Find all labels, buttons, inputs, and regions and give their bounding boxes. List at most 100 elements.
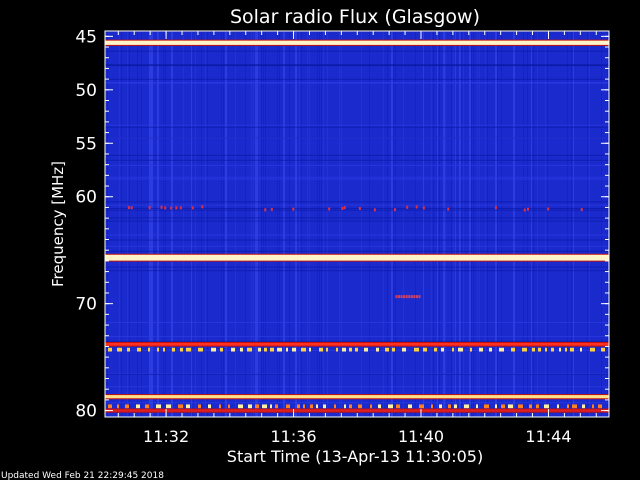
dash-segment bbox=[559, 347, 561, 352]
dash-segment bbox=[448, 404, 451, 409]
heatmap-feature-0 bbox=[105, 39, 609, 46]
heatmap-streak bbox=[301, 31, 302, 417]
heatmap-speckle bbox=[179, 206, 182, 210]
dash-segment bbox=[108, 404, 112, 409]
heatmap-channel bbox=[105, 220, 609, 222]
heatmap-streak bbox=[259, 31, 260, 417]
dash-segment bbox=[186, 404, 190, 409]
dash-segment bbox=[198, 347, 203, 352]
dash-segment bbox=[208, 404, 211, 409]
dash-segment bbox=[180, 347, 183, 352]
dash-segment bbox=[529, 404, 532, 409]
plot-area bbox=[105, 31, 609, 417]
heatmap-speckle bbox=[547, 207, 550, 211]
dash-segment bbox=[178, 404, 183, 409]
dash-segment bbox=[319, 347, 323, 352]
dash-segment bbox=[508, 404, 513, 409]
heatmap-streak bbox=[443, 31, 445, 417]
heatmap-streak bbox=[201, 31, 202, 417]
heatmap-streak bbox=[607, 31, 608, 417]
heatmap-feature-6 bbox=[105, 408, 609, 413]
dash-segment bbox=[396, 404, 400, 409]
heatmap-speckle bbox=[373, 208, 376, 212]
dash-segment bbox=[136, 404, 140, 409]
heatmap-speckle bbox=[415, 295, 418, 299]
heatmap-streak bbox=[459, 31, 461, 417]
heatmap-speckle bbox=[406, 205, 409, 209]
dash-segment bbox=[458, 347, 463, 352]
dash-segment bbox=[580, 347, 582, 352]
heatmap-streak bbox=[295, 31, 297, 417]
dash-segment bbox=[441, 347, 444, 352]
heatmap-streak bbox=[149, 31, 151, 417]
heatmap-streak bbox=[589, 31, 590, 417]
heatmap-streak bbox=[341, 31, 342, 417]
heatmap-streak bbox=[171, 31, 173, 417]
heatmap-streak bbox=[361, 31, 362, 417]
heatmap-streak bbox=[257, 31, 258, 417]
dash-segment bbox=[292, 347, 296, 352]
dash-segment bbox=[297, 404, 300, 409]
heatmap-streak bbox=[451, 31, 452, 417]
heatmap-streak bbox=[453, 31, 454, 417]
dash-segment bbox=[538, 347, 541, 352]
heatmap-streak bbox=[415, 31, 416, 417]
heatmap-channel bbox=[105, 204, 609, 206]
heatmap-streak bbox=[601, 31, 602, 417]
heatmap-streak bbox=[495, 31, 497, 417]
dash-segment bbox=[452, 347, 454, 352]
dash-segment bbox=[532, 347, 535, 352]
heatmap-speckle bbox=[393, 208, 396, 212]
dash-segment bbox=[439, 404, 442, 409]
band-core bbox=[105, 395, 609, 399]
dash-segment bbox=[270, 404, 272, 409]
heatmap-streak bbox=[485, 31, 486, 417]
dash-segment bbox=[220, 347, 223, 352]
heatmap-streak bbox=[439, 31, 440, 417]
heatmap-streak bbox=[393, 31, 394, 417]
heatmap-channel bbox=[105, 336, 609, 338]
heatmap-speckle bbox=[148, 206, 151, 210]
heatmap-channel bbox=[105, 250, 609, 252]
band-core bbox=[105, 254, 609, 261]
heatmap-speckle bbox=[400, 295, 403, 299]
heatmap-streak bbox=[319, 31, 320, 417]
heatmap-speckle bbox=[403, 295, 406, 299]
dash-segment bbox=[479, 347, 483, 352]
heatmap-streak bbox=[263, 31, 264, 417]
heatmap-streak bbox=[321, 31, 322, 417]
dash-segment bbox=[231, 347, 235, 352]
dash-segment bbox=[240, 347, 243, 352]
heatmap-streak bbox=[487, 31, 488, 417]
dash-segment bbox=[376, 347, 379, 352]
dash-segment bbox=[370, 404, 372, 409]
dash-segment bbox=[470, 347, 472, 352]
dash-segment bbox=[572, 404, 577, 409]
heatmap-streak bbox=[191, 31, 192, 417]
heatmap-channel bbox=[105, 245, 609, 247]
heatmap-channel bbox=[105, 386, 609, 388]
band-core bbox=[105, 342, 609, 346]
dash-segment bbox=[402, 347, 406, 352]
heatmap-streak bbox=[253, 31, 254, 417]
dash-segment bbox=[264, 347, 267, 352]
dash-segment bbox=[172, 347, 175, 352]
heatmap-streak bbox=[533, 31, 534, 417]
dash-segment bbox=[275, 404, 278, 409]
dash-segment bbox=[326, 347, 328, 352]
dash-segment bbox=[117, 404, 119, 409]
heatmap-streak bbox=[431, 31, 432, 417]
heatmap-streak bbox=[523, 31, 524, 417]
dash-segment bbox=[342, 347, 346, 352]
dash-segment bbox=[344, 404, 346, 409]
dash-segment bbox=[310, 404, 313, 409]
x-tick-label: 11:40 bbox=[398, 427, 444, 446]
dash-segment bbox=[544, 404, 549, 409]
heatmap-speckle bbox=[201, 205, 204, 209]
dash-segment bbox=[431, 404, 433, 409]
dash-segment bbox=[582, 404, 585, 409]
dash-segment bbox=[148, 347, 150, 352]
chart-title: Solar radio Flux (Glasgow) bbox=[230, 6, 480, 28]
heatmap-speckle bbox=[175, 206, 178, 210]
heatmap-speckle bbox=[343, 206, 346, 210]
